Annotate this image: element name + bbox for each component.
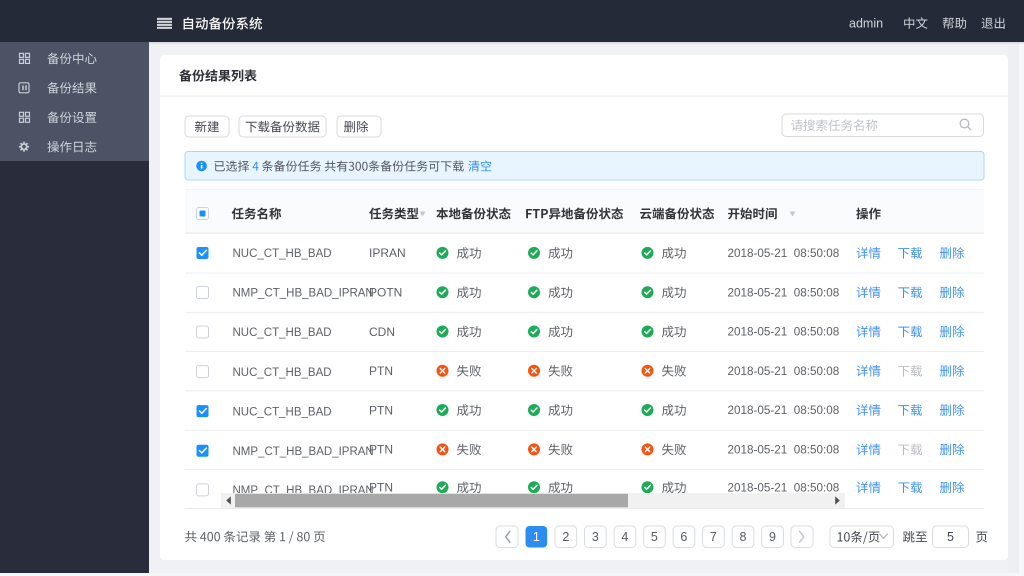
svg-text:2018-05-21 08:50:08: 2018-05-21 08:50:08 (728, 286, 840, 299)
svg-text:8: 8 (740, 530, 747, 544)
svg-text:2018-05-21 08:50:08: 2018-05-21 08:50:08 (728, 326, 840, 339)
svg-text:3: 3 (592, 530, 599, 544)
svg-text:CDN: CDN (369, 325, 395, 339)
svg-text:NUC_CT_HB_BAD: NUC_CT_HB_BAD (233, 406, 332, 418)
svg-text:NUC_CT_HB_BAD: NUC_CT_HB_BAD (233, 248, 332, 260)
svg-text:PTN: PTN (369, 364, 393, 378)
svg-text:IPRAN: IPRAN (369, 246, 406, 260)
svg-text:7: 7 (710, 530, 717, 544)
svg-text:5: 5 (651, 530, 658, 544)
svg-text:PTN: PTN (369, 481, 393, 495)
svg-text:2018-05-21 08:50:08: 2018-05-21 08:50:08 (728, 365, 840, 378)
svg-text:1: 1 (533, 530, 540, 544)
svg-text:PTN: PTN (369, 443, 393, 457)
svg-text:NUC_CT_HB_BAD: NUC_CT_HB_BAD (233, 367, 332, 379)
svg-text:NUC_CT_HB_BAD: NUC_CT_HB_BAD (233, 327, 332, 339)
svg-text:admin: admin (849, 17, 883, 31)
svg-text:PTN: PTN (369, 403, 393, 417)
svg-text:NMP_CT_HB_BAD_IPRAN: NMP_CT_HB_BAD_IPRAN (233, 288, 374, 300)
svg-text:NMP_CT_HB_BAD_IPRAN: NMP_CT_HB_BAD_IPRAN (233, 446, 374, 458)
svg-text:9: 9 (769, 530, 776, 544)
svg-text:5: 5 (947, 530, 954, 544)
svg-text:2: 2 (562, 530, 569, 544)
svg-text:6: 6 (680, 530, 687, 544)
svg-text:2018-05-21 08:50:08: 2018-05-21 08:50:08 (728, 404, 840, 417)
svg-text:POTN: POTN (369, 286, 402, 300)
svg-text:2018-05-21 08:50:08: 2018-05-21 08:50:08 (728, 444, 840, 457)
svg-text:2018-05-21 08:50:08: 2018-05-21 08:50:08 (728, 247, 840, 260)
svg-text:2018-05-21 08:50:08: 2018-05-21 08:50:08 (728, 482, 840, 495)
svg-text:4: 4 (621, 530, 628, 544)
